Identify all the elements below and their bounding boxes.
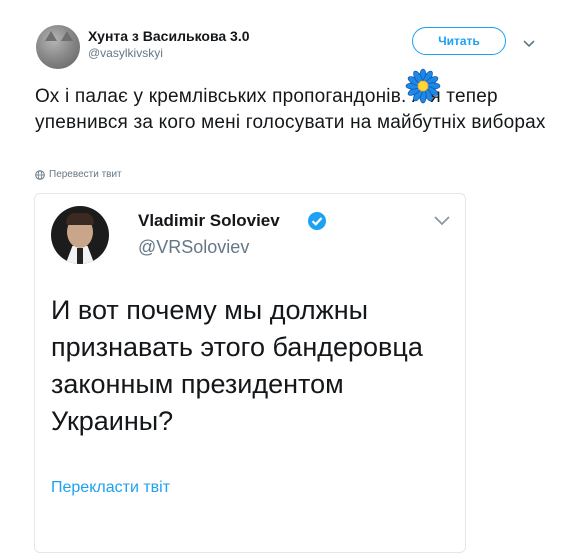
embedded-tweet-text: И вот почему мы должны признавать этого … [51,295,423,436]
embedded-translate-link[interactable]: Перекласти твіт [51,479,170,497]
author-display-name[interactable]: Хунта з Василькова 3.0 [88,28,250,44]
translate-tweet-label[interactable]: Перевести твит [49,169,122,180]
verified-badge-icon [308,212,326,230]
embedded-tweet-card[interactable]: Vladimir Soloviev @VRSoloviev И вот поче… [34,193,466,553]
author-avatar[interactable] [36,25,80,69]
embedded-author-display-name[interactable]: Vladimir Soloviev [138,211,280,231]
tweet-text: Ох і палає у кремлівських пропогандонів.… [35,86,546,133]
globe-icon [35,169,45,180]
chevron-down-icon[interactable] [522,38,536,48]
follow-button[interactable]: Читать [412,27,506,55]
author-handle[interactable]: @vasylkivskyi [88,46,163,60]
translate-tweet-link[interactable]: Перевести твит [35,169,122,180]
embedded-author-avatar[interactable] [51,206,109,264]
flower-icon [405,68,441,104]
embedded-author-handle[interactable]: @VRSoloviev [138,237,249,258]
chevron-down-icon[interactable] [433,214,451,226]
